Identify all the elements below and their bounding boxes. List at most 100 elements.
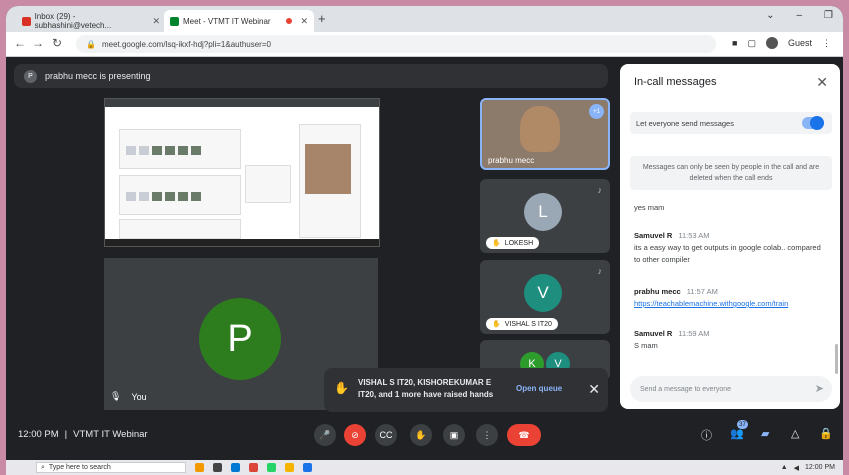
meeting-details-icon[interactable]: ⓘ [701, 427, 712, 443]
chat-icon[interactable]: ▰ [761, 427, 769, 440]
mic-off-icon: 🎙 [110, 391, 122, 401]
system-tray: ▲ ◀ 12:00 PM [781, 464, 835, 472]
participant-tile-presenter[interactable]: +1 prabhu mecc [480, 98, 610, 170]
tab-meet[interactable]: Meet - VTMT IT Webinar ✕ [164, 10, 314, 32]
folder-icon[interactable] [285, 463, 294, 472]
maximize-icon[interactable]: ❐ [824, 10, 833, 21]
message-time: 11:59 AM [678, 329, 710, 338]
message-sender: Samuvel R [634, 329, 673, 338]
minimize-icon[interactable]: – [796, 10, 802, 21]
task-view-icon[interactable] [213, 463, 222, 472]
app-icon[interactable] [303, 463, 312, 472]
taskbar-search[interactable]: ⌕ Type here to search [36, 462, 186, 473]
message-text: yes mam [634, 203, 665, 212]
participant-name: VISHAL S IT20 [504, 320, 552, 328]
presenting-banner: P prabhu mecc is presenting [14, 64, 608, 88]
shared-card [119, 175, 241, 215]
participant-nametag: ✋ LOKESH [486, 237, 540, 249]
close-tab-icon[interactable]: ✕ [152, 16, 160, 27]
thumb-row [126, 192, 201, 201]
participant-video [520, 106, 560, 152]
messages-notice: Messages can only be seen by people in t… [630, 156, 832, 190]
meeting-time: 12:00 PM [18, 429, 59, 440]
url-text: meet.google.com/lsq-ikxf-hdj?pli=1&authu… [101, 39, 271, 49]
volume-icon[interactable]: ◀ [794, 464, 799, 472]
participant-tile-lokesh[interactable]: ♪ L ✋ LOKESH [480, 179, 610, 253]
chat-message: Samuvel R 11:59 AM S mam [634, 328, 824, 352]
participant-avatar: L [524, 193, 562, 231]
edge-icon[interactable] [231, 463, 240, 472]
participant-name: prabhu mecc [488, 156, 535, 165]
cortana-icon[interactable] [195, 463, 204, 472]
chat-message: yes mam [634, 202, 824, 214]
menu-icon[interactable]: ⋮ [822, 38, 831, 49]
tab-layout-icon[interactable]: ▢ [747, 38, 756, 49]
camera-off-button[interactable]: ⊘ [344, 424, 366, 446]
meeting-info: 12:00 PM | VTMT IT Webinar [18, 429, 148, 440]
participant-nametag: ✋ VISHAL S IT20 [486, 318, 558, 330]
message-time: 11:53 AM [678, 231, 710, 240]
activities-icon[interactable]: △ [791, 427, 799, 440]
mic-button[interactable]: 🎤 [314, 424, 336, 446]
taskbar-clock[interactable]: 12:00 PM [805, 464, 835, 472]
panel-scrollbar[interactable] [835, 344, 838, 374]
new-tab-icon[interactable]: + [318, 11, 326, 26]
more-options-button[interactable]: ⋮ [476, 424, 498, 446]
profile-avatar-icon[interactable] [765, 37, 778, 49]
in-call-messages-panel: In-call messages ✕ Let everyone send mes… [620, 64, 840, 409]
end-call-button[interactable]: ☎ [507, 424, 541, 446]
participant-tile-vishal[interactable]: ♪ V ✋ VISHAL S IT20 [480, 260, 610, 334]
reload-icon[interactable]: ↻ [52, 36, 62, 50]
chat-message: Samuvel R 11:53 AM its a easy way to get … [634, 230, 824, 266]
mic-icon: ♪ [597, 266, 603, 276]
webcam-preview [305, 144, 351, 194]
windows-taskbar: ⌕ Type here to search ▲ ◀ 12:00 PM [6, 460, 843, 475]
people-count-badge: 37 [737, 420, 748, 429]
forward-icon[interactable]: → [32, 36, 44, 50]
tab-inbox[interactable]: Inbox (29) - subhashini@vetech... ✕ [16, 10, 166, 32]
send-icon[interactable]: ➤ [815, 382, 824, 395]
chat-message: prabhu mecc 11:57 AM https://teachablemac… [634, 286, 824, 310]
message-link[interactable]: https://teachablemachine.withgoogle.com/… [634, 299, 788, 308]
present-button[interactable]: ▣ [443, 424, 465, 446]
chrome-icon[interactable] [249, 463, 258, 472]
toolbar-right: ■ ▢ Guest ⋮ [732, 37, 831, 49]
captions-button[interactable]: CC [375, 424, 397, 446]
hand-icon: ✋ [492, 240, 501, 247]
close-icon[interactable]: ✕ [588, 381, 600, 398]
close-tab-icon[interactable]: ✕ [300, 16, 308, 27]
tab-bar: Inbox (29) - subhashini@vetech... ✕ Meet… [6, 6, 843, 32]
thumb-row [126, 146, 201, 155]
send-message-input[interactable]: Send a message to everyone ➤ [630, 376, 832, 402]
raised-hands-toast: ✋ VISHAL S IT20, KISHOREKUMAR E IT20, an… [324, 368, 608, 412]
gmail-icon [22, 16, 31, 26]
message-time: 11:57 AM [686, 287, 718, 296]
raise-hand-button[interactable]: ✋ [410, 424, 432, 446]
url-field[interactable]: 🔒 meet.google.com/lsq-ikxf-hdj?pli=1&aut… [76, 35, 716, 53]
tab-label: Inbox (29) - subhashini@vetech... [34, 12, 112, 30]
presenter-avatar: P [24, 69, 37, 83]
back-icon[interactable]: ← [14, 36, 26, 50]
hand-icon: ✋ [334, 381, 349, 395]
window-controls: ⌄ – ❐ [766, 10, 833, 21]
shared-window-bar [105, 99, 379, 107]
training-card [245, 165, 291, 203]
tab-search-icon[interactable]: ⌄ [766, 10, 774, 21]
everyone-send-label: Let everyone send messages [636, 118, 734, 128]
lock-icon: 🔒 [86, 39, 96, 49]
camera-icon[interactable]: ■ [732, 38, 737, 48]
search-icon: ⌕ [41, 463, 45, 471]
open-queue-button[interactable]: Open queue [516, 384, 562, 393]
host-controls-icon[interactable]: 🔒 [819, 427, 833, 440]
panel-title: In-call messages [634, 76, 717, 88]
network-icon[interactable]: ▲ [781, 464, 788, 472]
tab-label: Meet - VTMT IT Webinar [183, 16, 271, 26]
everyone-send-toggle[interactable] [802, 116, 824, 130]
hand-icon: ✋ [492, 321, 501, 328]
taskbar-search-placeholder: Type here to search [48, 464, 111, 471]
close-panel-icon[interactable]: ✕ [816, 74, 828, 91]
message-text: its a easy way to get outputs in google … [634, 243, 821, 264]
whatsapp-icon[interactable] [267, 463, 276, 472]
guest-label[interactable]: Guest [788, 38, 812, 48]
self-avatar: P [199, 298, 281, 380]
